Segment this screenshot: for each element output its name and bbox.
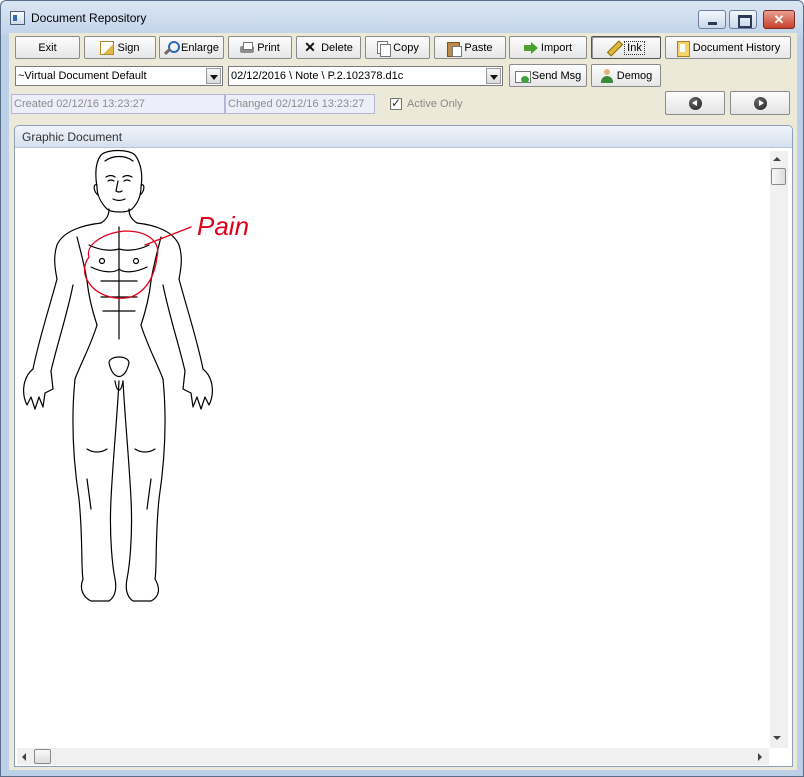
magnifier-icon bbox=[164, 40, 181, 55]
document-repository-window: Document Repository Exit Sign Enlarge Pr… bbox=[0, 0, 804, 777]
chevron-down-icon[interactable] bbox=[206, 68, 221, 84]
vertical-scrollbar[interactable] bbox=[770, 151, 788, 748]
template-select[interactable]: ~Virtual Document Default bbox=[15, 66, 223, 86]
chevron-down-icon[interactable] bbox=[486, 68, 501, 84]
active-only-checkbox[interactable] bbox=[390, 96, 402, 110]
changed-stamp: Changed 02/12/16 13:23:27 bbox=[225, 94, 375, 114]
window-title: Document Repository bbox=[31, 11, 147, 25]
arrow-left-icon bbox=[689, 97, 702, 110]
clipboard-icon bbox=[447, 41, 463, 57]
document-repository-icon bbox=[10, 11, 25, 25]
print-label: Print bbox=[257, 41, 280, 54]
minimize-button[interactable] bbox=[698, 10, 726, 29]
ink-button[interactable]: Ink bbox=[591, 36, 661, 59]
close-button[interactable] bbox=[763, 10, 795, 29]
active-only-label: Active Only bbox=[407, 98, 463, 110]
document-history-button[interactable]: Document History bbox=[665, 36, 791, 59]
template-select-value: ~Virtual Document Default bbox=[18, 70, 147, 82]
ink-annotation-text: Pain bbox=[197, 211, 249, 241]
history-book-icon bbox=[676, 40, 690, 57]
previous-document-button[interactable] bbox=[665, 91, 725, 115]
scroll-left-icon[interactable] bbox=[22, 753, 26, 761]
arrow-right-icon bbox=[754, 97, 767, 110]
document-select-value: 02/12/2016 \ Note \ P.2.102378.d1c bbox=[231, 70, 404, 82]
panel-header: Graphic Document bbox=[15, 126, 792, 148]
print-button[interactable]: Print bbox=[228, 36, 292, 59]
title-bar[interactable]: Document Repository bbox=[1, 1, 803, 35]
sign-button[interactable]: Sign bbox=[84, 36, 156, 59]
demog-label: Demog bbox=[616, 69, 653, 82]
copy-icon bbox=[376, 40, 392, 57]
document-history-label: Document History bbox=[692, 41, 781, 54]
delete-label: Delete bbox=[321, 41, 353, 54]
scroll-up-icon[interactable] bbox=[773, 157, 781, 161]
send-msg-label: Send Msg bbox=[531, 69, 582, 82]
vertical-scroll-thumb[interactable] bbox=[771, 168, 786, 185]
exit-button[interactable]: Exit bbox=[15, 36, 80, 59]
copy-button[interactable]: Copy bbox=[365, 36, 430, 59]
drawing-canvas[interactable]: Pain bbox=[17, 149, 758, 747]
pencil-icon bbox=[607, 41, 621, 55]
sign-icon bbox=[100, 40, 115, 55]
panel-title: Graphic Document bbox=[22, 130, 123, 144]
demog-button[interactable]: Demog bbox=[591, 64, 661, 87]
document-select[interactable]: 02/12/2016 \ Note \ P.2.102378.d1c bbox=[228, 66, 503, 86]
enlarge-label: Enlarge bbox=[181, 41, 219, 54]
paste-label: Paste bbox=[464, 41, 493, 54]
client-area: Exit Sign Enlarge Print Delete Copy Past… bbox=[9, 33, 797, 770]
import-button[interactable]: Import bbox=[509, 36, 587, 59]
scroll-down-icon[interactable] bbox=[773, 736, 781, 740]
next-document-button[interactable] bbox=[730, 91, 790, 115]
maximize-button[interactable] bbox=[729, 10, 757, 29]
copy-label: Copy bbox=[393, 41, 419, 54]
horizontal-scrollbar[interactable] bbox=[17, 748, 769, 765]
paste-button[interactable]: Paste bbox=[434, 36, 506, 59]
send-message-icon bbox=[514, 69, 531, 83]
printer-icon bbox=[240, 41, 255, 55]
enlarge-button[interactable]: Enlarge bbox=[159, 36, 224, 59]
delete-x-icon bbox=[304, 39, 318, 56]
body-outline-figure: Pain bbox=[23, 149, 249, 602]
send-msg-button[interactable]: Send Msg bbox=[509, 64, 587, 87]
created-stamp: Created 02/12/16 13:23:27 bbox=[11, 94, 225, 114]
exit-label: Exit bbox=[38, 41, 57, 54]
ink-label: Ink bbox=[624, 40, 645, 55]
arrow-right-icon bbox=[523, 41, 538, 55]
person-icon bbox=[600, 68, 614, 83]
scroll-right-icon[interactable] bbox=[758, 753, 762, 761]
delete-button[interactable]: Delete bbox=[296, 36, 361, 59]
import-label: Import bbox=[540, 41, 573, 54]
sign-label: Sign bbox=[117, 41, 140, 54]
horizontal-scroll-thumb[interactable] bbox=[34, 749, 51, 764]
graphic-document-panel: Graphic Document Pain bbox=[14, 125, 793, 767]
